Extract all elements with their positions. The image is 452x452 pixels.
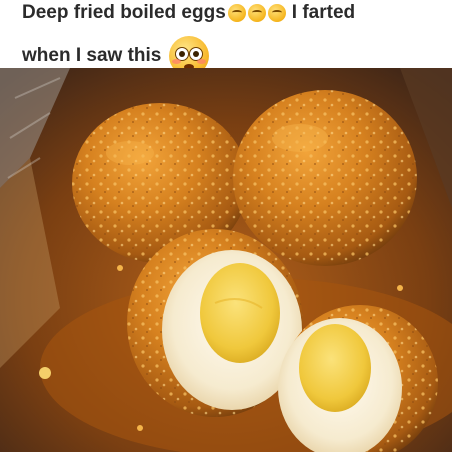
grimacing-face-icon — [267, 4, 286, 22]
grimacing-face-icon — [247, 4, 266, 22]
fried-eggs-image — [0, 68, 452, 452]
caption-text-1: Deep fried boiled eggs — [22, 2, 226, 23]
meme-post: Deep fried boiled eggs I farted when I s… — [0, 0, 452, 452]
caption-line-1: Deep fried boiled eggs I farted — [22, 2, 355, 24]
caption-text-2: when I saw this — [22, 45, 162, 66]
food-photo — [0, 68, 452, 452]
grimacing-face-icon — [227, 4, 246, 22]
meme-caption: Deep fried boiled eggs I farted when I s… — [0, 0, 452, 76]
caption-suffix-1: I farted — [291, 2, 356, 23]
